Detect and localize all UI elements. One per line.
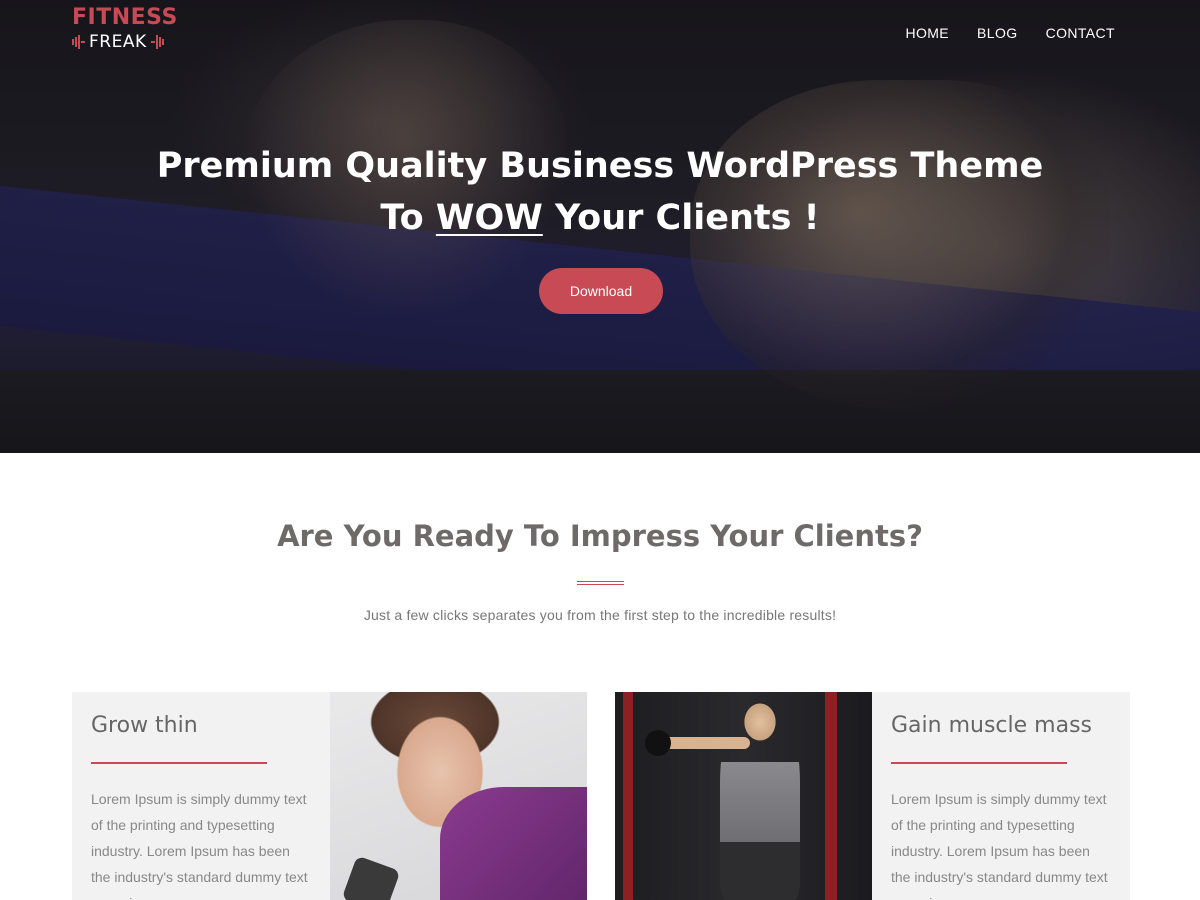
nav-home[interactable]: HOME (905, 25, 949, 41)
photo-kettlebell (645, 730, 671, 756)
card-divider (91, 762, 267, 764)
photo-shirt (440, 787, 587, 900)
hero-section: FITNESS FREAK HOME BLOG CONTACT Premium … (0, 0, 1200, 453)
card-divider (891, 762, 1067, 764)
hero-title-line1: Premium Quality Business WordPress Theme (156, 146, 1044, 186)
photo-pole-right (825, 692, 837, 900)
dumbbell-left-icon (72, 35, 85, 49)
card-body: Lorem Ipsum is simply dummy text of the … (91, 791, 308, 900)
card-photo-woman-dumbbell (330, 692, 587, 900)
card-gain-muscle: Gain muscle mass Lorem Ipsum is simply d… (615, 692, 1130, 900)
photo-pole-left (623, 692, 633, 900)
card-text: Gain muscle mass Lorem Ipsum is simply d… (872, 692, 1130, 900)
download-button[interactable]: Download (539, 268, 663, 314)
photo-person (720, 702, 800, 900)
dumbbell-right-icon (150, 35, 164, 49)
hero-title-emphasis: WOW (435, 198, 543, 238)
card-title: Gain muscle mass (891, 713, 1092, 738)
card-photo-woman-kettlebell (615, 692, 872, 900)
hero-title: Premium Quality Business WordPress Theme… (0, 140, 1200, 244)
logo-text-top: FITNESS (72, 5, 178, 30)
site-logo[interactable]: FITNESS FREAK (72, 5, 178, 52)
hero-title-line2-prefix: To (380, 198, 436, 238)
photo-dumbbell (341, 855, 401, 900)
section-divider (577, 581, 624, 585)
card-title: Grow thin (91, 713, 198, 738)
hero-title-line2-suffix: Your Clients ! (542, 198, 820, 238)
section-title: Are You Ready To Impress Your Clients? (277, 519, 923, 553)
card-text: Grow thin Lorem Ipsum is simply dummy te… (72, 692, 330, 900)
logo-text-bottom: FREAK (89, 32, 147, 52)
card-body: Lorem Ipsum is simply dummy text of the … (891, 791, 1108, 900)
nav-blog[interactable]: BLOG (977, 25, 1018, 41)
card-grow-thin: Grow thin Lorem Ipsum is simply dummy te… (72, 692, 587, 900)
logo-bottom-row: FREAK (72, 32, 172, 52)
section-subtitle: Just a few clicks separates you from the… (363, 607, 837, 623)
nav-contact[interactable]: CONTACT (1046, 25, 1115, 41)
main-nav: HOME BLOG CONTACT (905, 25, 1115, 41)
